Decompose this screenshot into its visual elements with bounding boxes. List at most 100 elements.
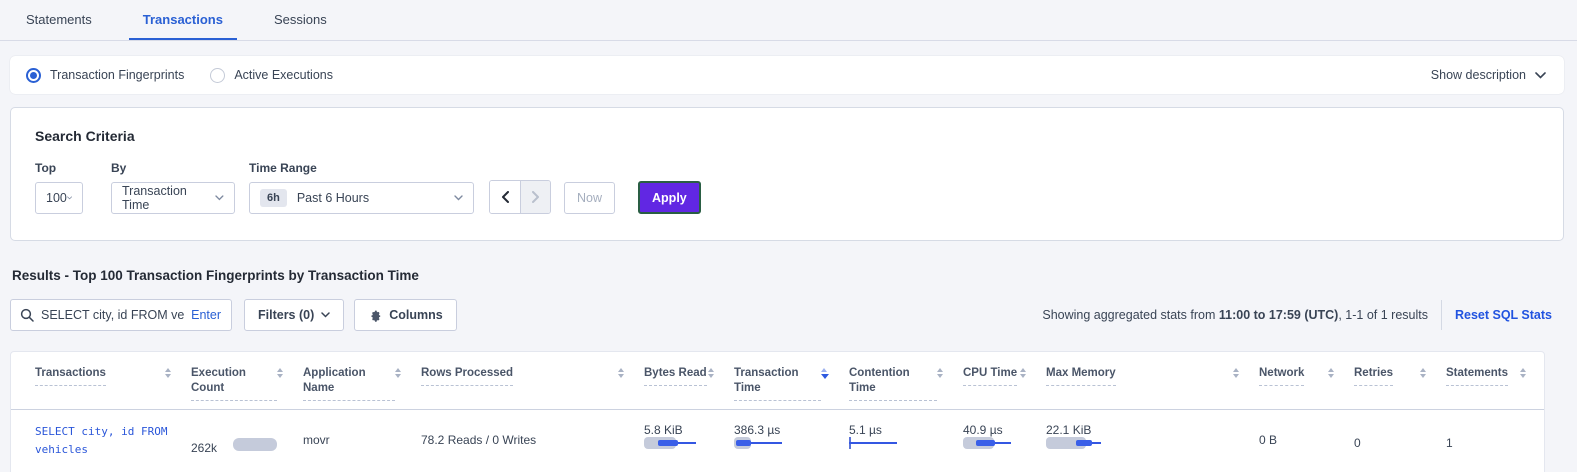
by-select[interactable]: Transaction Time [111,182,235,214]
toolbar-divider [1441,300,1442,330]
radio-active-executions[interactable]: Active Executions [210,68,333,83]
top-label: Top [35,161,83,175]
filters-label: Filters (0) [258,308,314,322]
by-label: By [111,161,235,175]
search-input[interactable] [41,308,185,322]
column-label: Retries [1354,366,1393,386]
sort-icon[interactable] [1328,368,1334,378]
sort-icon[interactable] [1233,368,1239,378]
column-header-application-name[interactable]: Application Name [303,366,421,401]
cell-transaction-time: 386.3 µs [734,423,849,459]
stats-time-range: 11:00 to 17:59 (UTC) [1219,308,1338,322]
metric-value: 5.8 KiB [644,423,720,437]
metric-value: 5.1 µs [849,423,949,437]
cell-execution-count: 262k [191,423,303,459]
metric-value: 40.9 µs [963,423,1032,437]
chevron-left-icon [501,191,509,203]
execution-count-value: 262k [191,433,217,454]
column-label: Bytes Read [644,366,707,386]
cell-network: 0 B [1259,423,1354,459]
column-label: Statements [1446,366,1508,386]
metric-value: 386.3 µs [734,423,835,437]
search-criteria-panel: Search Criteria Top 100 By Transaction T… [10,107,1564,241]
tab-statements[interactable]: Statements [12,0,106,40]
sort-icon[interactable] [618,368,624,378]
column-label: Max Memory [1046,366,1116,386]
column-label: CPU Time [963,366,1017,386]
transactions-table: Transactions Execution CountApplication N… [10,351,1545,472]
reset-sql-stats-link[interactable]: Reset SQL Stats [1455,308,1552,322]
aggregated-stats-text: Showing aggregated stats from 11:00 to 1… [1042,308,1428,322]
next-time-button[interactable] [520,181,550,213]
sort-icon[interactable] [1520,368,1526,378]
results-toolbar: Enter Filters (0) Columns Showing aggreg… [10,299,1564,331]
cell-retries: 0 [1354,423,1446,459]
column-label: Contention Time [849,366,937,401]
column-label: Transaction Time [734,366,821,401]
column-header-execution-count[interactable]: Execution Count [191,366,303,401]
filters-button[interactable]: Filters (0) [244,299,344,331]
chevron-down-icon [215,195,224,201]
top-field: Top 100 [35,161,83,214]
column-header-transactions[interactable]: Transactions [35,366,191,386]
time-range-badge: 6h [260,189,287,207]
chevron-right-icon [532,191,540,203]
cell-statements: 1 [1446,423,1546,459]
search-criteria-title: Search Criteria [35,128,1539,144]
search-icon [20,308,34,322]
radio-transaction-fingerprints[interactable]: Transaction Fingerprints [26,68,184,83]
search-enter-button[interactable]: Enter [191,308,221,322]
table-row: SELECT city, id FROMvehicles262k movr78.2… [11,410,1544,472]
sort-icon[interactable] [277,368,283,378]
column-header-retries[interactable]: Retries [1354,366,1446,386]
radio-label: Active Executions [234,68,333,82]
gear-icon [368,308,382,322]
column-header-transaction-time[interactable]: Transaction Time [734,366,849,401]
column-header-rows-processed[interactable]: Rows Processed [421,366,644,386]
sort-icon[interactable] [1420,368,1426,378]
show-description-toggle[interactable]: Show description [1431,68,1546,82]
cell-application-name: movr [303,423,421,459]
execution-count-bar [233,438,277,451]
column-header-max-memory[interactable]: Max Memory [1046,366,1259,386]
column-header-cpu-time[interactable]: CPU Time [963,366,1046,386]
radio-label: Transaction Fingerprints [50,68,184,82]
column-header-statements[interactable]: Statements [1446,366,1546,386]
show-description-label: Show description [1431,68,1526,82]
previous-time-button[interactable] [490,181,520,213]
radio-selected-icon [26,68,41,83]
by-value: Transaction Time [122,184,215,212]
column-label: Rows Processed [421,366,513,386]
sort-icon[interactable] [937,368,943,378]
column-header-bytes-read[interactable]: Bytes Read [644,366,734,386]
chevron-down-icon [1535,72,1546,79]
column-label: Application Name [303,366,395,401]
sort-icon-active[interactable] [821,368,829,379]
columns-label: Columns [389,308,442,322]
sql-statement-text: SELECT city, id FROM [35,423,177,441]
sort-icon[interactable] [395,368,401,378]
tab-sessions[interactable]: Sessions [260,0,341,40]
cell-cpu-time: 40.9 µs [963,423,1046,459]
results-heading: Results - Top 100 Transaction Fingerprin… [12,268,1577,283]
column-header-network[interactable]: Network [1259,366,1354,386]
cell-rows-processed: 78.2 Reads / 0 Writes [421,423,644,459]
apply-button[interactable]: Apply [638,181,701,214]
column-header-contention-time[interactable]: Contention Time [849,366,963,401]
sort-icon[interactable] [165,368,171,378]
time-range-select[interactable]: 6h Past 6 Hours [249,182,474,214]
cell-transactions[interactable]: SELECT city, id FROMvehicles [35,423,191,459]
top-select[interactable]: 100 [35,182,83,214]
sort-icon[interactable] [1020,368,1026,378]
column-label: Transactions [35,366,106,386]
columns-button[interactable]: Columns [354,299,456,331]
cell-max-memory: 22.1 KiB [1046,423,1259,459]
view-toggle-card: Transaction Fingerprints Active Executio… [10,56,1564,94]
sort-icon[interactable] [708,368,714,378]
chevron-down-icon [321,312,330,318]
top-value: 100 [46,191,67,205]
time-range-label: Time Range [249,161,474,175]
tab-transactions[interactable]: Transactions [129,0,237,40]
cell-contention-time: 5.1 µs [849,423,963,459]
now-button[interactable]: Now [564,182,615,214]
